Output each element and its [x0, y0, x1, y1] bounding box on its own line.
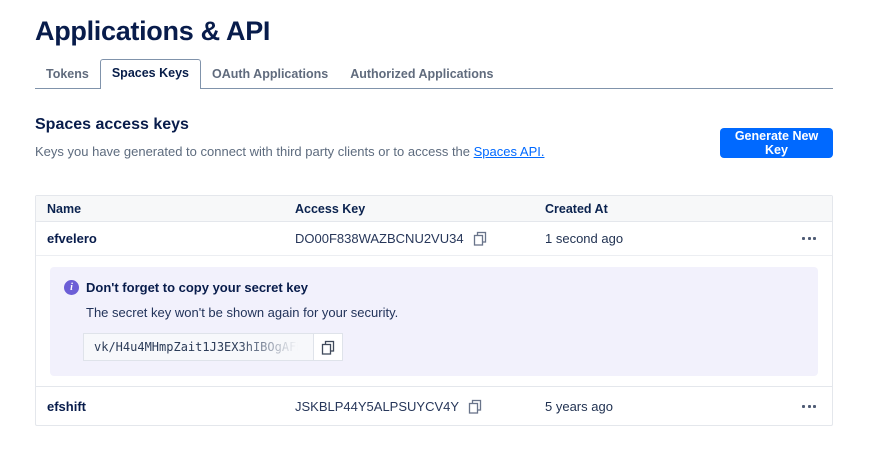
page-content: Applications & API Tokens Spaces Keys OA…	[35, 0, 833, 426]
section-header: Spaces access keys Keys you have generat…	[35, 116, 833, 159]
column-header-name: Name	[36, 202, 295, 216]
section-description-text: Keys you have generated to connect with …	[35, 144, 474, 159]
access-key-value: JSKBLP44Y5ALPSUYCV4Y	[295, 399, 459, 414]
tab-spaces-keys[interactable]: Spaces Keys	[100, 59, 201, 89]
secret-key-callout: i Don't forget to copy your secret key T…	[50, 267, 818, 376]
tab-oauth-applications[interactable]: OAuth Applications	[201, 61, 339, 88]
spaces-keys-table: Name Access Key Created At efvelero DO00…	[35, 195, 833, 426]
tab-bar: Tokens Spaces Keys OAuth Applications Au…	[35, 61, 833, 89]
created-at-value: 5 years ago	[545, 399, 786, 414]
more-options-icon[interactable]	[786, 399, 832, 414]
section-header-text: Spaces access keys Keys you have generat…	[35, 116, 544, 159]
secret-key-field: vk/H4u4MHmpZait1J3EX3hIBOgAFDH8n6gTv3H	[83, 333, 802, 361]
key-name: efvelero	[36, 231, 295, 246]
secret-key-row: i Don't forget to copy your secret key T…	[36, 255, 832, 386]
column-header-created-at: Created At	[545, 202, 786, 216]
tab-authorized-applications[interactable]: Authorized Applications	[339, 61, 504, 88]
info-icon: i	[64, 280, 79, 295]
tab-tokens[interactable]: Tokens	[35, 61, 100, 88]
more-options-icon[interactable]	[786, 231, 832, 246]
copy-icon[interactable]	[473, 231, 487, 246]
callout-title: Don't forget to copy your secret key	[86, 280, 308, 295]
column-header-access-key: Access Key	[295, 202, 545, 216]
secret-key-copy-button[interactable]	[313, 333, 343, 361]
section-heading: Spaces access keys	[35, 116, 544, 134]
generate-new-key-button[interactable]: Generate New Key	[720, 128, 833, 158]
table-header-row: Name Access Key Created At	[36, 196, 832, 222]
key-name: efshift	[36, 399, 295, 414]
page-title: Applications & API	[35, 0, 833, 47]
table-row: efshift JSKBLP44Y5ALPSUYCV4Y 5 years ago	[36, 386, 832, 425]
callout-message: The secret key won't be shown again for …	[86, 305, 802, 320]
access-key-value: DO00F838WAZBCNU2VU34	[295, 231, 464, 246]
section-description: Keys you have generated to connect with …	[35, 144, 544, 159]
created-at-value: 1 second ago	[545, 231, 786, 246]
secret-key-value: vk/H4u4MHmpZait1J3EX3hIBOgAFDH8n6gTv3H	[83, 333, 314, 361]
table-row: efvelero DO00F838WAZBCNU2VU34 1 second a…	[36, 222, 832, 255]
copy-icon[interactable]	[468, 399, 482, 414]
spaces-api-link[interactable]: Spaces API.	[474, 144, 545, 159]
